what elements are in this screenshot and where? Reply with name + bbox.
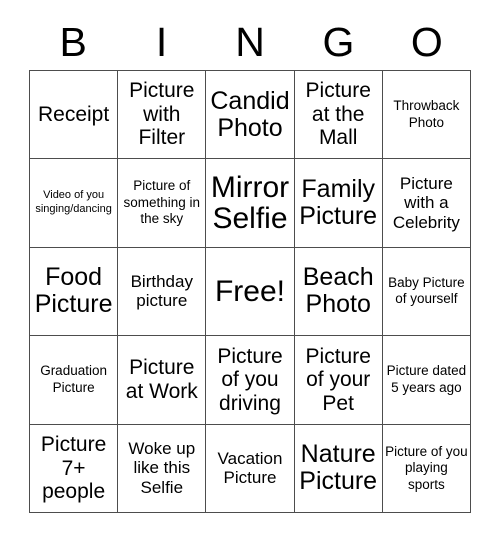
bingo-cell-label: Picture of your Pet: [305, 344, 371, 415]
bingo-cell[interactable]: Birthday picture: [118, 247, 207, 337]
bingo-cell-label: Picture with Filter: [129, 79, 195, 150]
bingo-cell-label: Picture of you driving: [217, 344, 283, 415]
bingo-cell[interactable]: Food Picture: [30, 247, 119, 337]
bingo-cell[interactable]: Throwback Photo: [382, 71, 471, 160]
bingo-cell[interactable]: Family Picture: [294, 159, 383, 248]
bingo-cell-label: Video of you singing/dancing: [35, 189, 112, 216]
bingo-cell-label: Picture 7+ people: [40, 433, 107, 504]
bingo-cell-label: Family Picture: [299, 175, 378, 231]
bingo-card: B I N G O Receipt Picture with Filter Candid P…: [0, 0, 500, 544]
bingo-cell-label: Picture dated 5 years ago: [386, 363, 467, 395]
bingo-header: BINGO: [29, 14, 471, 70]
bingo-cell[interactable]: Picture dated 5 years ago: [382, 336, 471, 425]
bingo-cell-label: Picture at the Mall: [305, 79, 371, 150]
bingo-cell-label: Throwback Photo: [393, 98, 460, 130]
bingo-cell-label: Baby Picture of yourself: [388, 275, 465, 307]
bingo-cell[interactable]: Video of you singing/dancing: [30, 159, 119, 248]
bingo-cell-label: Picture of you playing sports: [385, 443, 468, 492]
bingo-cell[interactable]: Picture of your Pet: [294, 336, 383, 425]
bingo-cell-label: Vacation Picture: [217, 448, 283, 488]
bingo-cell-label: Birthday picture: [130, 271, 193, 311]
bingo-header-letter-b: B: [59, 18, 87, 65]
bingo-cell[interactable]: Woke up like this Selfie: [118, 424, 207, 513]
bingo-cell-label: Beach Photo: [302, 263, 374, 319]
bingo-cell[interactable]: Candid Photo: [206, 71, 295, 160]
bingo-grid: Receipt Picture with Filter Candid Photo Pi…: [29, 70, 471, 513]
bingo-cell[interactable]: Vacation Picture: [206, 424, 295, 513]
bingo-cell[interactable]: Nature Picture: [294, 424, 383, 513]
bingo-header-letter-i: I: [155, 18, 168, 65]
bingo-cell-label: Picture of something in the sky: [123, 178, 201, 227]
bingo-cell-label: Receipt: [37, 102, 110, 126]
bingo-cell-label: Mirror Selfie: [210, 170, 290, 236]
bingo-cell[interactable]: Mirror Selfie: [206, 159, 295, 248]
bingo-header-letter-g: G: [322, 18, 355, 65]
bingo-cell[interactable]: Picture at the Mall: [294, 71, 383, 160]
bingo-cell-label: Picture with a Celebrity: [392, 173, 460, 232]
bingo-cell[interactable]: Receipt: [30, 71, 119, 160]
bingo-cell[interactable]: Picture at Work: [118, 336, 207, 425]
bingo-cell[interactable]: Picture of you playing sports: [382, 424, 471, 513]
bingo-cell-label: Graduation Picture: [40, 363, 107, 395]
bingo-header-letter-o: O: [410, 18, 443, 65]
bingo-header-letter-n: N: [235, 18, 265, 65]
bingo-cell-label: Nature Picture: [299, 440, 378, 496]
bingo-cell[interactable]: Picture with Filter: [118, 71, 207, 160]
bingo-cell[interactable]: Picture of you driving: [206, 336, 295, 425]
bingo-cell[interactable]: Picture with a Celebrity: [382, 159, 471, 248]
bingo-free-cell[interactable]: Free!: [206, 247, 295, 337]
bingo-cell-label: Free!: [214, 274, 285, 308]
bingo-cell-label: Woke up like this Selfie: [128, 438, 196, 498]
bingo-cell[interactable]: Baby Picture of yourself: [382, 247, 471, 337]
bingo-cell[interactable]: Beach Photo: [294, 247, 383, 337]
bingo-cell[interactable]: Picture of something in the sky: [118, 159, 207, 248]
bingo-cell[interactable]: Graduation Picture: [30, 336, 119, 425]
bingo-cell-label: Picture at Work: [125, 356, 198, 403]
bingo-cell[interactable]: Picture 7+ people: [30, 424, 119, 513]
bingo-cell-label: Candid Photo: [210, 86, 290, 142]
bingo-cell-label: Food Picture: [34, 263, 113, 319]
